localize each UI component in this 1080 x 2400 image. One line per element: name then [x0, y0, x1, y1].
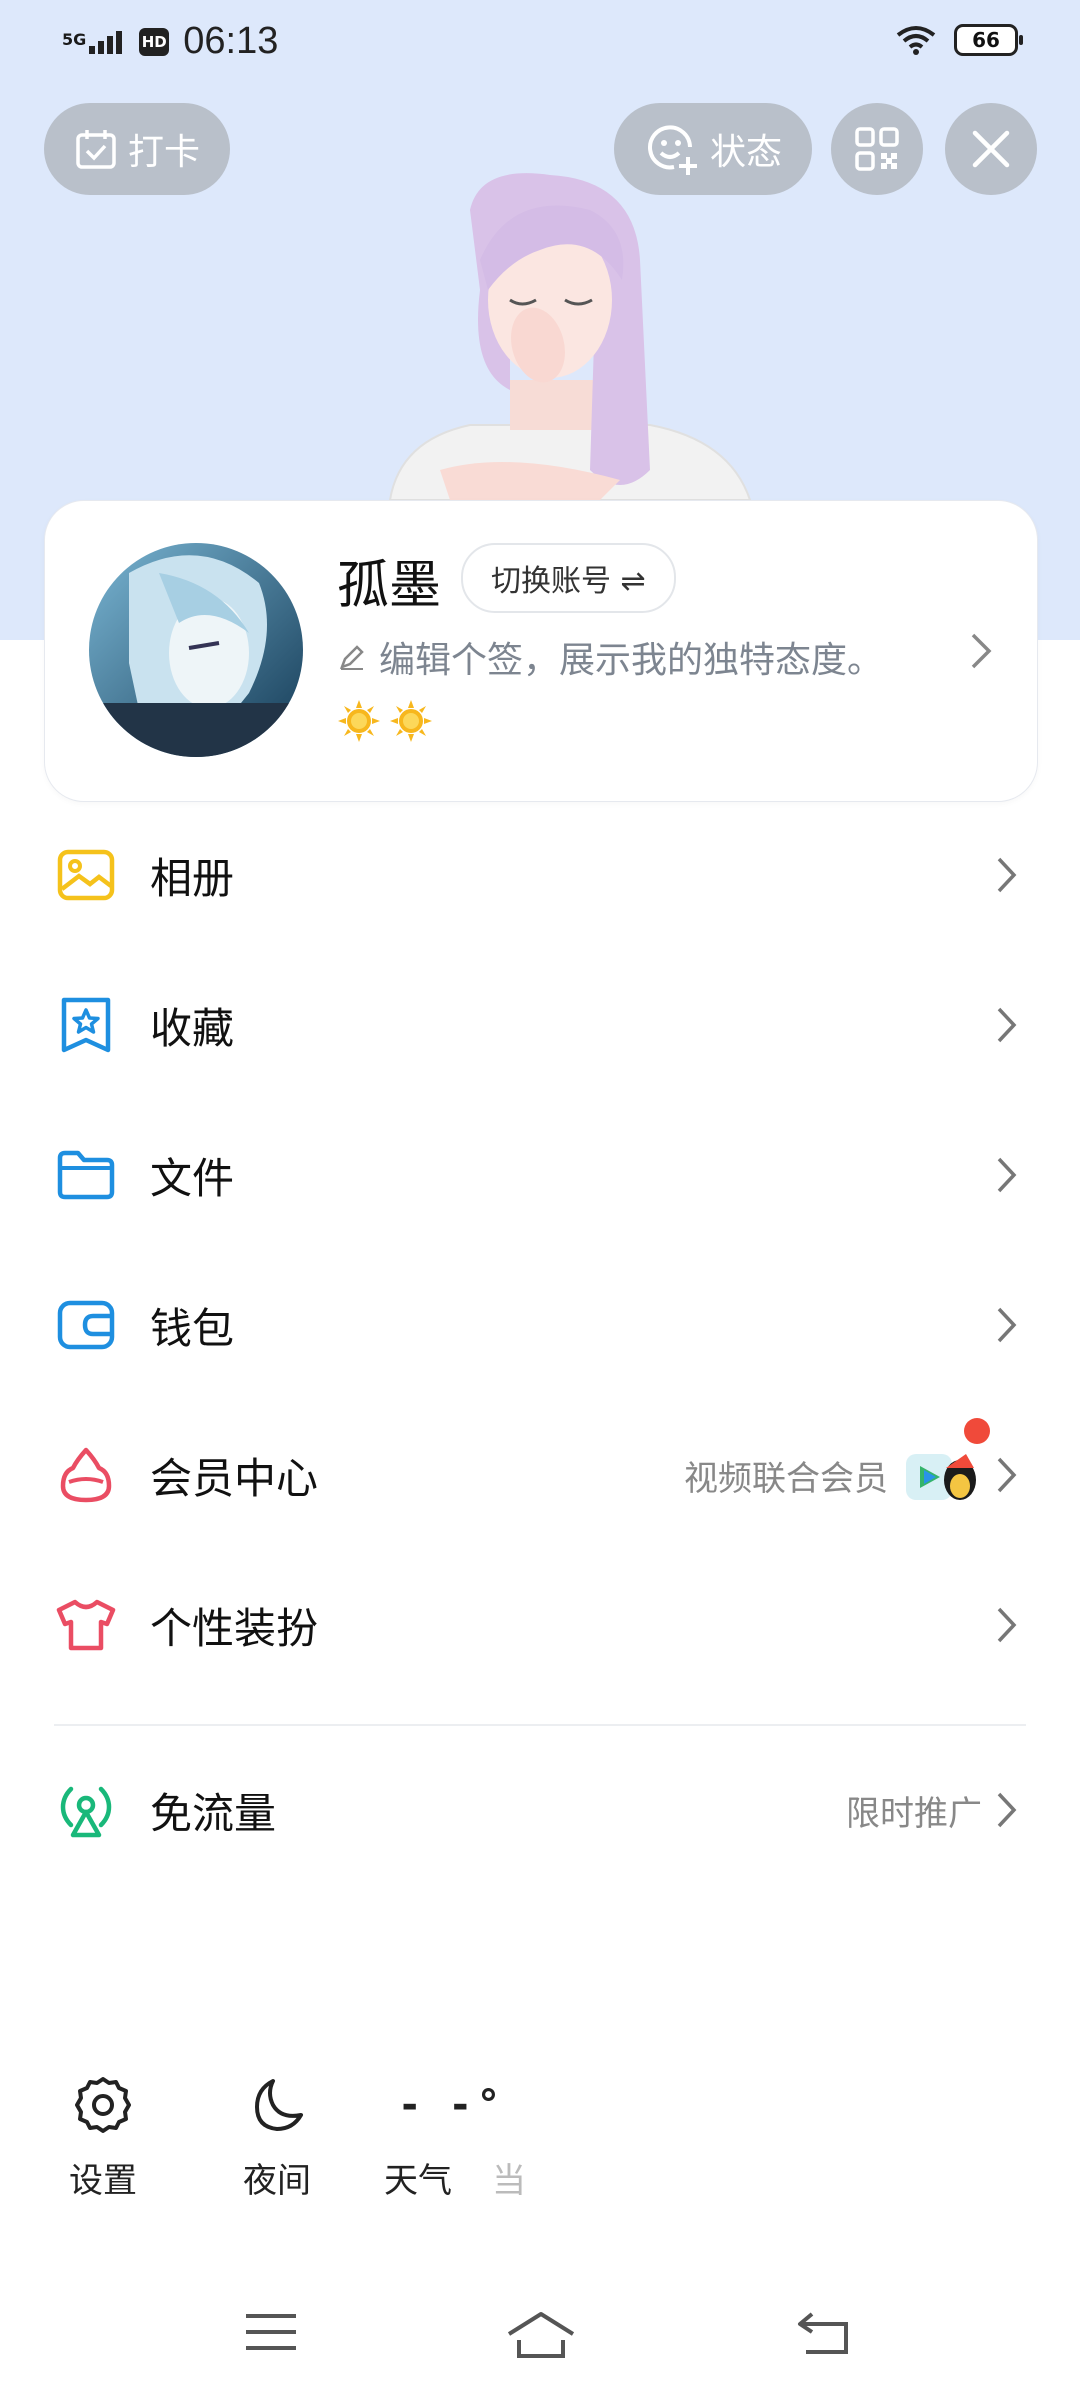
bottom-tools: 设置 夜间 - -° 天气 当: [0, 2075, 1080, 2215]
avatar[interactable]: [89, 543, 303, 757]
folder-icon: [54, 1143, 118, 1207]
qr-code-icon: [855, 127, 899, 171]
night-label: 夜间: [243, 2161, 311, 2201]
close-icon: [972, 130, 1010, 168]
qr-code-button[interactable]: [831, 103, 923, 195]
menu-item-wallet[interactable]: 钱包: [0, 1250, 1080, 1400]
moon-icon: [255, 2079, 303, 2131]
menu-item-album[interactable]: 相册: [0, 800, 1080, 950]
notification-dot: [964, 1418, 990, 1444]
menu-label: 个性装扮: [150, 1604, 319, 1652]
chevron-right-icon: [997, 1792, 1017, 1828]
battery-indicator: 66: [954, 24, 1023, 56]
network-type: 5G: [62, 29, 87, 49]
nickname: 孤墨: [337, 557, 442, 615]
wallet-icon: [54, 1293, 118, 1357]
menu-item-free-data[interactable]: 免流量 限时推广: [0, 1735, 1080, 1885]
status-label: 状态: [709, 131, 782, 172]
menu-item-favorites[interactable]: 收藏: [0, 950, 1080, 1100]
chevron-right-icon: [997, 1157, 1017, 1193]
status-bar: 5G HD 06:13 66: [0, 0, 1080, 86]
wifi-icon: [896, 26, 936, 55]
gear-icon: [75, 2077, 131, 2133]
menu-item-vip-center[interactable]: 会员中心 视频联合会员: [0, 1400, 1080, 1550]
cellular-signal-icon: 5G: [62, 30, 125, 54]
night-mode-button[interactable]: 夜间: [217, 2075, 337, 2202]
chevron-right-icon: [997, 1307, 1017, 1343]
avatar-3d-figure[interactable]: [360, 170, 760, 500]
profile-card[interactable]: 孤墨 切换账号 ⇌ 编辑个签，展示我的独特态度。: [44, 500, 1038, 802]
weather-widget[interactable]: - -° 天气 当: [380, 2075, 530, 2202]
system-nav-bar: [0, 2280, 1080, 2390]
menu-label: 会员中心: [150, 1454, 319, 1502]
weather-temperature: - -°: [401, 2082, 509, 2128]
chevron-right-icon: [997, 857, 1017, 893]
battery-level: 66: [972, 28, 1000, 52]
signal-icon: [54, 1778, 118, 1842]
menu-label: 免流量: [150, 1789, 277, 1837]
checkin-button[interactable]: 打卡: [44, 103, 230, 195]
video-vip-badge: [902, 1418, 990, 1510]
favorites-icon: [54, 993, 118, 1057]
sun-level-icon: [338, 700, 380, 742]
menu-label: 收藏: [150, 1004, 235, 1052]
chevron-right-icon: [997, 1457, 1017, 1493]
clock: 06:13: [183, 20, 279, 62]
settings-label: 设置: [69, 2161, 137, 2201]
back-icon[interactable]: [796, 2310, 852, 2356]
chevron-right-icon: [997, 1007, 1017, 1043]
checkin-label: 打卡: [127, 131, 200, 172]
chevron-right-icon[interactable]: [969, 631, 993, 671]
chevron-right-icon: [997, 1607, 1017, 1643]
menu-icon[interactable]: [244, 2310, 298, 2354]
album-icon: [54, 843, 118, 907]
pencil-icon: [339, 645, 364, 670]
menu-label: 相册: [150, 854, 235, 902]
menu-divider: [54, 1724, 1026, 1726]
free-data-promo-text: 限时推广: [846, 1793, 982, 1834]
settings-button[interactable]: 设置: [43, 2075, 163, 2202]
signature-row[interactable]: 编辑个签，展示我的独特态度。: [337, 631, 883, 683]
close-button[interactable]: [945, 103, 1037, 195]
home-icon[interactable]: [505, 2310, 577, 2360]
vip-promo-text: 视频联合会员: [684, 1458, 888, 1499]
menu-label: 文件: [150, 1154, 235, 1202]
switch-account-button[interactable]: 切换账号 ⇌: [461, 543, 676, 613]
hd-icon: HD: [139, 27, 170, 56]
weather-label: 天气: [384, 2161, 452, 2201]
menu-item-files[interactable]: 文件: [0, 1100, 1080, 1250]
menu-label: 钱包: [150, 1304, 235, 1352]
weather-sub-label: 当: [492, 2161, 526, 2201]
level-badges[interactable]: [337, 699, 433, 743]
calendar-check-icon: [76, 130, 116, 169]
sun-level-icon: [390, 700, 432, 742]
switch-account-label: 切换账号 ⇌: [491, 564, 646, 599]
tshirt-icon: [54, 1593, 118, 1657]
menu-item-personalize[interactable]: 个性装扮: [0, 1550, 1080, 1700]
vip-icon: [54, 1443, 118, 1507]
smiley-add-icon: [648, 125, 697, 175]
signature-text: 编辑个签，展示我的独特态度。: [379, 640, 884, 681]
